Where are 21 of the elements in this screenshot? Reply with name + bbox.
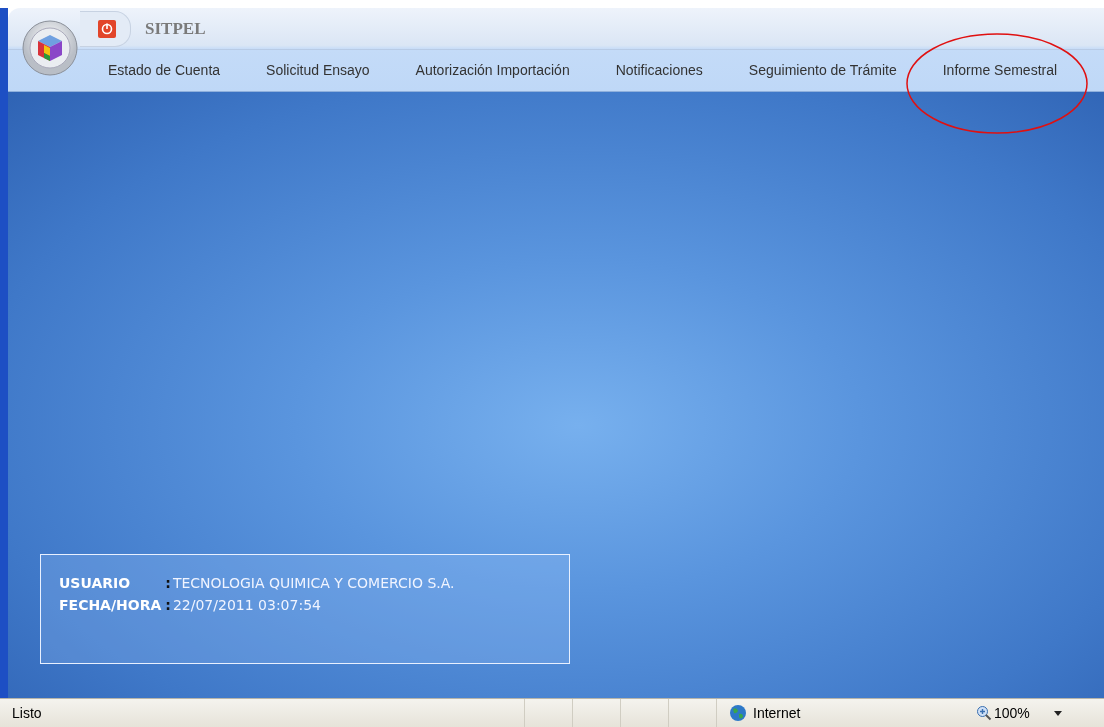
caret-icon[interactable] [1053, 710, 1062, 716]
power-icon[interactable] [98, 19, 116, 38]
colon: : [165, 575, 172, 591]
menu-item[interactable]: Informe Semestral [942, 62, 1058, 78]
zoom-icon [976, 705, 992, 721]
zoom-button[interactable]: 100% [976, 705, 1030, 721]
app-title: SITPEL [145, 18, 206, 39]
menu-item[interactable]: Seguimiento de Trámite [748, 62, 897, 78]
field-label: FECHA/HORA [59, 597, 163, 613]
colon: : [165, 597, 172, 613]
menu-item[interactable]: Notificaciones [615, 62, 703, 78]
field-value: 22/07/2011 03:07:54 [172, 597, 322, 613]
security-zone: Internet [753, 705, 801, 721]
field-value: TECNOLOGIA QUIMICA Y COMERCIO S.A. [172, 575, 456, 591]
app-logo-button[interactable] [22, 20, 78, 76]
status-text: Listo [11, 705, 43, 721]
globe-icon [729, 704, 747, 722]
menu-item[interactable]: Autorización Importación [415, 62, 570, 78]
field-label: USUARIO [59, 575, 132, 591]
menu-item[interactable]: Solicitud Ensayo [266, 62, 370, 78]
menu-item[interactable]: Estado de Cuenta [108, 62, 221, 78]
